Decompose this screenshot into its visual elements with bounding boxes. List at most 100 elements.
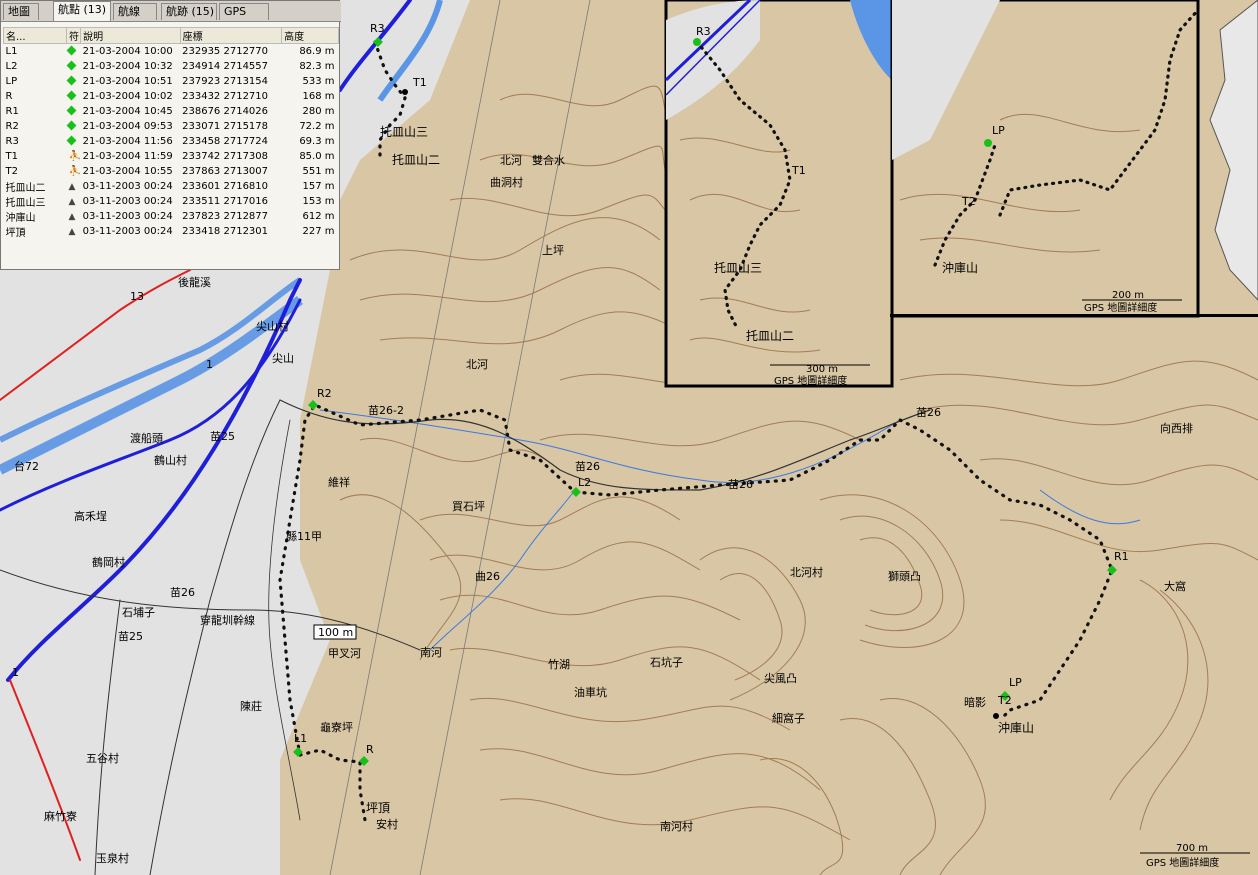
place-label: 鶴山村 [154, 453, 187, 467]
waypoint-flag-icon [66, 90, 77, 101]
place-label: 北河村 [790, 565, 823, 579]
tab-waypoints[interactable]: 航點 (13) [53, 1, 111, 21]
waypoint-altitude: 551 m [302, 166, 335, 177]
trailhead-icon: ⛹ [68, 151, 81, 162]
inset1-t1-label: T1 [791, 164, 806, 177]
waypoint-name: 托皿山三 [5, 198, 46, 209]
road-label-miao25b: 苗25 [118, 630, 143, 643]
waypoint-description: 21-03-2004 11:56 [82, 136, 173, 147]
waypoint-coordinates: 234914 2714557 [182, 61, 269, 72]
place-label: 暗影 [964, 695, 986, 709]
inset2-scale: 200 m [1112, 290, 1144, 301]
waypoint-flag-icon [66, 45, 77, 56]
road-label-1: 1 [206, 358, 213, 371]
place-label: 高禾埕 [74, 509, 107, 523]
table-row[interactable]: L2 21-03-2004 10:32 234914 2714557 82.3 m [4, 59, 339, 74]
waypoint-coordinates: 233418 2712301 [182, 226, 269, 237]
waypoint-description: 21-03-2004 09:53 [82, 121, 173, 132]
table-row[interactable]: 坪頂 ▲ 03-11-2003 00:24 233418 2712301 227 m [4, 224, 339, 239]
place-label: 五谷村 [86, 751, 119, 765]
place-label: 竹湖 [548, 657, 570, 671]
waypoint-flag-icon [66, 60, 77, 71]
road-label-miao26: 苗26 [728, 478, 753, 491]
road-label-13: 13 [130, 290, 144, 303]
waypoint-altitude: 153 m [302, 196, 335, 207]
table-row[interactable]: 沖庫山 ▲ 03-11-2003 00:24 237823 2712877 612 m [4, 209, 339, 224]
waypoint-description: 21-03-2004 10:45 [82, 106, 173, 117]
tab-gps[interactable]: GPS [219, 3, 269, 20]
tab-map[interactable]: 地圖 [3, 3, 39, 20]
symbol-cell [66, 44, 80, 60]
waypoint-flag-icon [66, 135, 77, 146]
table-row[interactable]: T1 ⛹ 21-03-2004 11:59 233742 2717308 85.0 m [4, 149, 339, 164]
table-row[interactable]: R2 21-03-2004 09:53 233071 2715178 72.2 m [4, 119, 339, 134]
table-row[interactable]: L1 21-03-2004 10:00 232935 2712770 86.9 m [4, 44, 339, 60]
waypoint-name: L1 [5, 46, 18, 57]
corner-scale-footer: GPS 地圖詳細度 [1146, 856, 1219, 869]
column-header-description[interactable]: 說明 [80, 27, 181, 44]
place-label: 雙合水 [532, 153, 565, 167]
column-header-altitude[interactable]: 高度 [281, 27, 339, 44]
waypoint-label: T1 [412, 76, 427, 89]
waypoint-name: T1 [5, 151, 18, 162]
table-row[interactable]: R 21-03-2004 10:02 233432 2712710 168 m [4, 89, 339, 104]
road-label-qu26: 曲26 [475, 570, 500, 583]
waypoint-description: 21-03-2004 10:55 [82, 166, 173, 177]
waypoint-label: LP [1009, 676, 1022, 689]
tab-tracks[interactable]: 航跡 (15) [161, 3, 217, 20]
trailhead-marker[interactable] [402, 89, 408, 95]
column-header-coordinates[interactable]: 座標 [179, 27, 283, 44]
waypoint-description: 21-03-2004 10:51 [82, 76, 173, 87]
waypoint-altitude: 612 m [302, 211, 335, 222]
waypoint-name: 托皿山二 [5, 183, 46, 194]
place-label: 渡船頭 [130, 431, 163, 445]
waypoint-altitude: 280 m [302, 106, 335, 117]
waypoint-altitude: 227 m [302, 226, 335, 237]
symbol-cell: ⛹ [66, 164, 80, 179]
place-label: 石埔子 [122, 606, 155, 619]
trailhead-marker[interactable] [993, 713, 999, 719]
waypoint-label: L1 [294, 732, 307, 745]
tab-routes[interactable]: 航線 [113, 3, 157, 20]
symbol-cell: ▲ [66, 194, 80, 209]
waypoint-altitude: 85.0 m [299, 151, 335, 162]
waypoint-altitude: 168 m [302, 91, 335, 102]
waypoint-flag-icon [66, 75, 77, 86]
waypoint-altitude: 69.3 m [299, 136, 335, 147]
road-label-miao26-b: 苗26 [916, 406, 941, 419]
table-row[interactable]: 托皿山二 ▲ 03-11-2003 00:24 233601 2716810 157 m [4, 179, 339, 194]
table-row[interactable]: R3 21-03-2004 11:56 233458 2717724 69.3 m [4, 134, 339, 149]
table-row[interactable]: LP 21-03-2004 10:51 237923 2713154 533 m [4, 74, 339, 89]
inset-map-1[interactable]: R3 T1 托皿山三 托皿山二 300 m GPS 地圖詳細度 [664, 0, 894, 388]
table-row[interactable]: T2 ⛹ 21-03-2004 10:55 237863 2713007 551 m [4, 164, 339, 179]
peak-label-pingding: 坪頂 [366, 801, 390, 815]
inset1-peak2: 托皿山二 [746, 329, 794, 343]
symbol-cell: ▲ [66, 209, 80, 224]
place-label: 鶴岡村 [92, 555, 125, 569]
inset2-peak: 沖庫山 [942, 261, 978, 275]
waypoint-description: 03-11-2003 00:24 [82, 196, 173, 207]
waypoint-panel: 地圖 航點 (13) 航線 航跡 (15) GPS 名... 符 說明 座標 高… [0, 0, 341, 270]
summit-icon: ▲ [68, 182, 76, 192]
waypoint-flag-icon [66, 105, 77, 116]
waypoint-coordinates: 233432 2712710 [182, 91, 269, 102]
inset2-lp-label: LP [992, 124, 1005, 137]
road-label-miao26-d: 苗26 [575, 460, 600, 473]
waypoint-label: T2 [997, 694, 1012, 707]
waypoint-coordinates: 232935 2712770 [182, 46, 269, 57]
waypoint-description: 03-11-2003 00:24 [82, 226, 173, 237]
column-header-name[interactable]: 名... [3, 27, 67, 44]
table-row[interactable]: R1 21-03-2004 10:45 238676 2714026 280 m [4, 104, 339, 119]
table-row[interactable]: 托皿山三 ▲ 03-11-2003 00:24 233511 2717016 153 m [4, 194, 339, 209]
waypoint-coordinates: 233742 2717308 [182, 151, 269, 162]
column-header-symbol[interactable]: 符 [65, 27, 82, 44]
waypoint-coordinates: 233511 2717016 [182, 196, 269, 207]
waypoint-name: LP [5, 76, 18, 87]
inset2-t2-label: T2 [961, 195, 976, 208]
peak-label-tuomin3: 托皿山三 [380, 125, 428, 139]
place-label: 玉泉村 [96, 851, 129, 865]
summit-icon: ▲ [68, 227, 76, 237]
corner-scale-label: 700 m [1176, 843, 1208, 854]
inset1-r3-label: R3 [696, 25, 711, 38]
trailhead-icon: ⛹ [68, 166, 81, 177]
